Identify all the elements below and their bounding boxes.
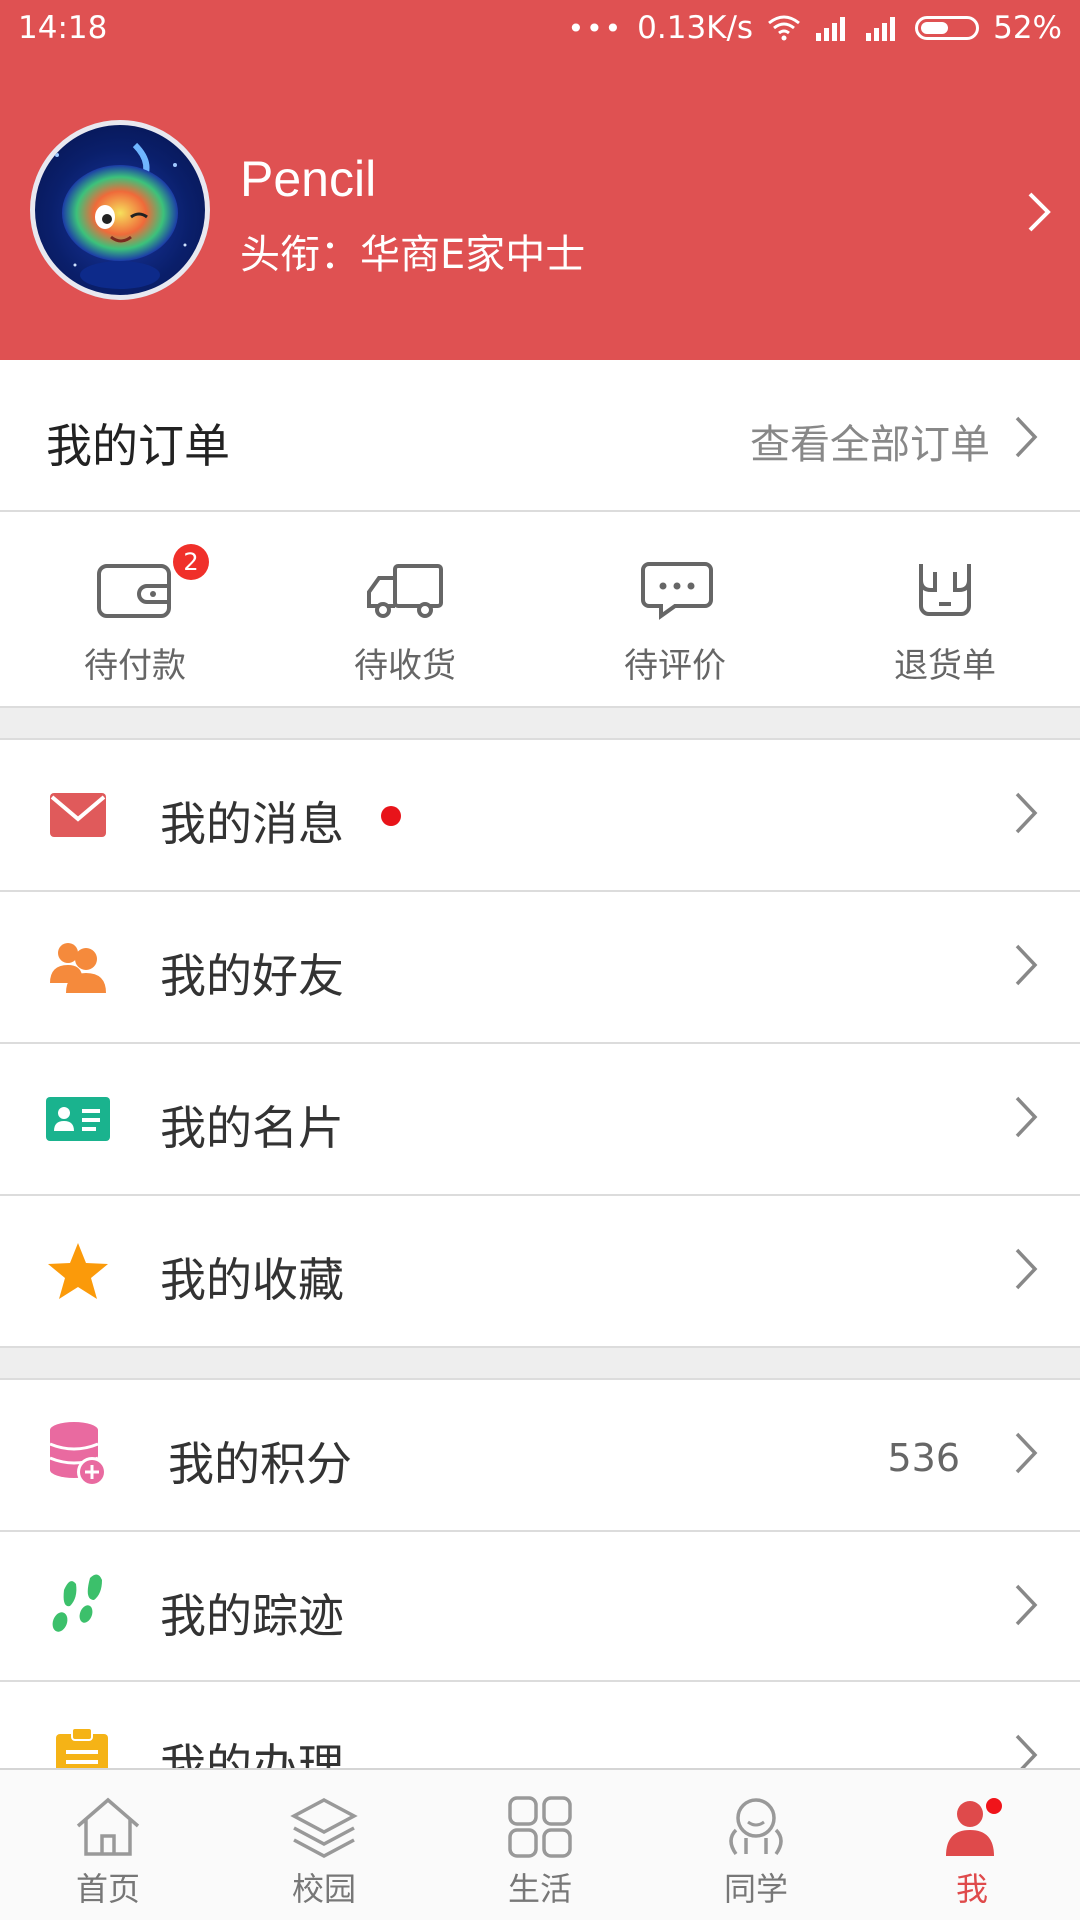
order-status-label: 待付款: [84, 646, 186, 686]
chevron-right-icon: [1015, 1584, 1038, 1626]
divider: [0, 510, 1080, 512]
bottom-tab-bar: 首页 校园 生活 同学 我: [0, 1768, 1080, 1920]
card-icon: [46, 1097, 110, 1141]
comment-icon: [641, 562, 713, 620]
friends-icon: [50, 943, 106, 993]
avatar[interactable]: [30, 120, 210, 300]
chevron-right-icon: [1015, 1096, 1038, 1138]
profile-name[interactable]: Pencil: [240, 150, 376, 208]
menu-item-label: 我的积分: [168, 1437, 352, 1491]
clipboard-icon: [56, 1727, 108, 1768]
order-status-pending-payment[interactable]: 待付款: [0, 560, 270, 687]
tab-home[interactable]: 首页: [0, 1770, 216, 1920]
return-icon: [919, 564, 971, 616]
footprint-icon: [52, 1574, 102, 1632]
menu-item-label: 我的踪迹: [160, 1589, 344, 1643]
section-gap: [0, 1346, 1080, 1380]
more-dots-icon: •••: [567, 11, 624, 45]
pending-payment-badge: 2: [173, 544, 209, 580]
menu-item-label: 我的消息: [160, 797, 344, 851]
tab-label: 校园: [291, 1870, 356, 1908]
signal-icon: [866, 17, 896, 41]
status-time: 14:18: [18, 10, 108, 46]
user-icon: [946, 1796, 1004, 1856]
tab-label: 生活: [507, 1870, 572, 1908]
tab-label: 我: [955, 1870, 988, 1908]
order-status-label: 退货单: [894, 646, 996, 686]
menu-item-friends[interactable]: 我的好友: [0, 892, 1080, 1042]
profile-header: 14:18 ••• 0.13K/s 52% Pencil 头衔：华商E家中士: [0, 0, 1080, 360]
order-status-returns[interactable]: 退货单: [810, 560, 1080, 687]
tab-label: 同学: [723, 1870, 788, 1908]
profile-title: 头衔：华商E家中士: [240, 232, 586, 278]
unread-dot: [381, 806, 401, 826]
chevron-right-icon: [1015, 792, 1038, 834]
order-status-label: 待评价: [624, 646, 726, 686]
mail-icon: [50, 793, 106, 837]
tab-label: 首页: [75, 1870, 140, 1908]
order-status-label: 待收货: [354, 646, 456, 686]
menu-item-footprints[interactable]: 我的踪迹: [0, 1532, 1080, 1682]
coins-icon: [49, 1422, 107, 1487]
tab-me[interactable]: 我: [864, 1770, 1080, 1920]
chevron-right-icon: [1015, 944, 1038, 986]
tab-classmates[interactable]: 同学: [648, 1770, 864, 1920]
avatar-image: [55, 142, 187, 289]
order-status-awaiting-review[interactable]: 待评价: [540, 560, 810, 687]
menu-item-label: 我的好友: [160, 949, 344, 1003]
chevron-right-icon[interactable]: [1012, 414, 1040, 460]
status-indicators: ••• 0.13K/s 52%: [568, 10, 1062, 46]
view-all-orders-link[interactable]: 查看全部订单: [750, 412, 990, 470]
battery-icon: [915, 16, 980, 40]
points-value: 536: [887, 1436, 960, 1480]
battery-level: [921, 22, 949, 34]
menu-item-points[interactable]: 我的积分 536: [0, 1380, 1080, 1530]
wifi-icon: [768, 15, 801, 41]
signal-icon: [816, 17, 846, 41]
status-bar: 14:18 ••• 0.13K/s 52%: [0, 0, 1080, 60]
menu-item-favorites[interactable]: 我的收藏: [0, 1196, 1080, 1346]
chevron-right-icon[interactable]: [1026, 190, 1052, 234]
battery-percent: 52%: [993, 10, 1062, 46]
home-icon: [76, 1797, 140, 1856]
chevron-right-icon: [1015, 1432, 1038, 1474]
chevron-right-icon: [1015, 1734, 1038, 1768]
tab-campus[interactable]: 校园: [216, 1770, 432, 1920]
wallet-icon: [97, 564, 171, 618]
classmate-icon: [729, 1798, 783, 1856]
orders-title: 我的订单: [46, 419, 230, 473]
layers-icon: [290, 1798, 358, 1858]
truck-icon: [367, 564, 443, 618]
menu-item-label: 我的办理: [160, 1739, 344, 1768]
grid-icon: [508, 1796, 572, 1858]
chevron-right-icon: [1015, 1248, 1038, 1290]
menu-item-label: 我的名片: [160, 1101, 344, 1155]
section-gap: [0, 706, 1080, 740]
menu-item-messages[interactable]: 我的消息: [0, 740, 1080, 890]
order-status-awaiting-delivery[interactable]: 待收货: [270, 560, 540, 687]
menu-item-business-card[interactable]: 我的名片: [0, 1044, 1080, 1194]
menu-item-processing[interactable]: 我的办理: [0, 1682, 1080, 1768]
menu-item-label: 我的收藏: [160, 1253, 344, 1307]
tab-life[interactable]: 生活: [432, 1770, 648, 1920]
star-icon: [48, 1243, 108, 1299]
network-speed: 0.13K/s: [637, 10, 754, 46]
